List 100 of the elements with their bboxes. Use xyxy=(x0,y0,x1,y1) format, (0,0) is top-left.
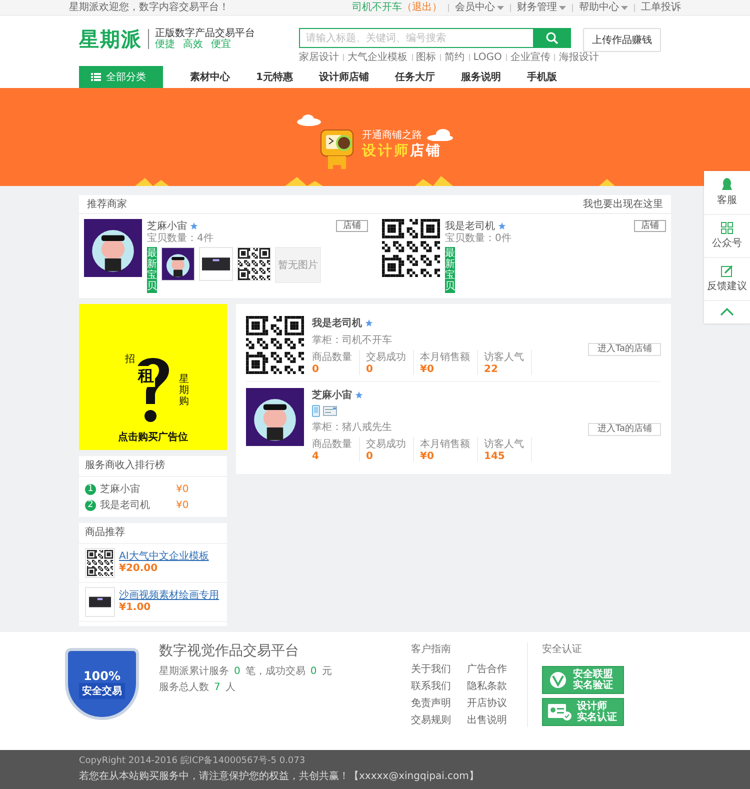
top-menu-link[interactable]: 会员中心 xyxy=(455,0,504,15)
hot-word-link[interactable]: 简约 xyxy=(444,50,465,64)
enter-shop-button[interactable]: 进入Ta的店铺 xyxy=(588,343,661,356)
stat-number: 7 xyxy=(214,681,220,695)
upload-button[interactable]: 上传作品赚钱 xyxy=(583,28,661,52)
nav-link[interactable]: 设计师店铺 xyxy=(306,70,382,84)
certification-text: 实名验证 xyxy=(573,680,613,691)
tagline-text: 正版数字产品交易平台 xyxy=(155,28,255,39)
ad-text: 租 xyxy=(137,366,155,387)
star-icon xyxy=(355,391,363,399)
item-count-text: 宝贝数量：0件 xyxy=(445,233,512,245)
welcome-text: 星期派欢迎您，数字内容交易平台！ xyxy=(69,0,229,15)
star-icon xyxy=(498,222,506,230)
certification-text: 设计师 xyxy=(577,701,607,712)
stat-label: 交易成功 xyxy=(366,350,406,364)
top-menu-link[interactable]: 财务管理 xyxy=(517,0,566,15)
new-items-tag: 最新宝贝 xyxy=(445,247,455,293)
toolbar-button[interactable] xyxy=(704,301,750,324)
join-link[interactable]: 我也要出现在这里 xyxy=(583,197,663,211)
top-menu-link[interactable]: 帮助中心 xyxy=(579,0,628,15)
footer-link[interactable]: 关于我们 xyxy=(411,662,467,676)
nav-link[interactable]: 手机版 xyxy=(514,70,570,84)
ad-text: 点击购买广告位 xyxy=(118,430,188,444)
toolbar-button[interactable]: 客服 xyxy=(704,171,750,215)
stat-value: 22 xyxy=(484,364,499,375)
penguin-icon xyxy=(721,178,733,191)
footer-link[interactable]: 广告合作 xyxy=(467,662,523,676)
hot-word-link[interactable]: 大气企业模板 xyxy=(348,50,408,64)
footer-link[interactable]: 免责声明 xyxy=(411,696,467,710)
hot-word-link[interactable]: LOGO xyxy=(473,52,502,62)
chevron-up-icon xyxy=(720,308,734,316)
stat-value: ¥0 xyxy=(420,451,435,462)
qr-code xyxy=(238,248,270,280)
footer-link[interactable]: 联系我们 xyxy=(411,679,467,693)
footer-heading: 客户指南 xyxy=(411,642,452,656)
slogan-text: 高效 xyxy=(183,39,203,50)
shop-name-link[interactable]: 芝麻小宙 xyxy=(312,388,352,402)
banner-title: 店铺 xyxy=(410,143,442,159)
search-button[interactable] xyxy=(533,28,571,48)
footer-link[interactable]: 隐私条款 xyxy=(467,679,523,693)
all-categories-button[interactable]: 全部分类 xyxy=(79,66,163,88)
hot-word-link[interactable]: 海报设计 xyxy=(559,50,599,64)
enter-shop-button[interactable]: 进入Ta的店铺 xyxy=(588,422,661,436)
new-items-tag: 最新宝贝 xyxy=(147,247,157,293)
nav-link[interactable]: 素材中心 xyxy=(177,70,243,84)
cloud-icon xyxy=(296,114,322,126)
nav-link[interactable]: 1元特惠 xyxy=(243,70,306,84)
shield-text: 安全交易 xyxy=(79,683,125,699)
list-icon xyxy=(91,73,101,81)
rank-badge: 1 xyxy=(85,484,96,494)
footer-link[interactable]: 开店协议 xyxy=(467,696,523,710)
star-icon xyxy=(190,222,198,230)
ad-banner[interactable]: 招 租 星期购 点击购买广告位 xyxy=(79,304,227,450)
top-menu-link[interactable]: 工单投诉 xyxy=(641,0,681,15)
shield-text: 100% xyxy=(83,669,121,683)
hot-word-link[interactable]: 家居设计 xyxy=(299,50,339,64)
stat-value: 0 xyxy=(366,451,374,462)
slogan-text: 便宜 xyxy=(211,39,231,50)
copyright-text: CopyRight 2014-2016 皖ICP备14000567号-5 0.073 xyxy=(79,754,306,768)
hot-word-link[interactable]: 图标 xyxy=(416,50,436,64)
edit-icon xyxy=(721,265,733,277)
stat-label: 访客人气 xyxy=(484,438,524,451)
shop-button[interactable]: 店铺 xyxy=(336,220,368,232)
hot-word-link[interactable]: 企业宣传 xyxy=(510,50,550,64)
search-field[interactable]: 请输入标题、关键词、编号搜索 xyxy=(299,28,533,48)
toolbar-button[interactable]: 反馈建议 xyxy=(704,258,750,301)
product-link[interactable]: 沙画视频素材绘画专用 xyxy=(119,590,219,602)
verified-icon xyxy=(547,671,569,689)
toolbar-button[interactable]: 公众号 xyxy=(704,215,750,258)
avatar-drawing xyxy=(84,219,142,277)
stat-value: 145 xyxy=(484,451,506,462)
product-price: ¥1.00 xyxy=(119,602,152,614)
shop-name-link[interactable]: 我是老司机 xyxy=(100,498,172,512)
stat-text: 人 xyxy=(225,681,236,695)
shop-button[interactable]: 店铺 xyxy=(634,220,666,232)
shop-name-link[interactable]: 芝麻小宙 xyxy=(100,482,172,496)
stat-value: 0 xyxy=(312,364,320,375)
footer-title: 数字视觉作品交易平台 xyxy=(159,642,300,660)
income-amount: ¥0 xyxy=(176,500,189,510)
nav-link[interactable]: 任务大厅 xyxy=(382,70,448,84)
nav-link[interactable]: 服务说明 xyxy=(448,70,514,84)
stat-number: 0 xyxy=(310,665,317,679)
stat-text: 笔，成功交易 xyxy=(245,664,306,679)
rank-badge: 2 xyxy=(85,500,96,510)
footer-link[interactable]: 出售说明 xyxy=(467,713,523,727)
qr-code-icon xyxy=(721,222,733,234)
shop-name-link[interactable]: 我是老司机 xyxy=(312,316,362,330)
product-link[interactable]: AI大气中文企业模板 xyxy=(119,551,209,563)
stat-number: 0 xyxy=(234,665,240,679)
qr-code xyxy=(87,550,113,576)
product-price: ¥20.00 xyxy=(119,563,159,575)
shop-name-link[interactable]: 我是老司机 xyxy=(445,219,495,233)
stat-text: 元 xyxy=(322,665,332,679)
search-icon xyxy=(546,32,558,44)
id-card-icon xyxy=(323,406,337,416)
shop-name-link[interactable]: 芝麻小宙 xyxy=(147,219,187,233)
footer-link[interactable]: 交易规则 xyxy=(411,713,467,727)
logo-text[interactable]: 星期派 xyxy=(79,29,149,49)
qr-code xyxy=(246,316,304,374)
qr-code xyxy=(382,219,440,277)
